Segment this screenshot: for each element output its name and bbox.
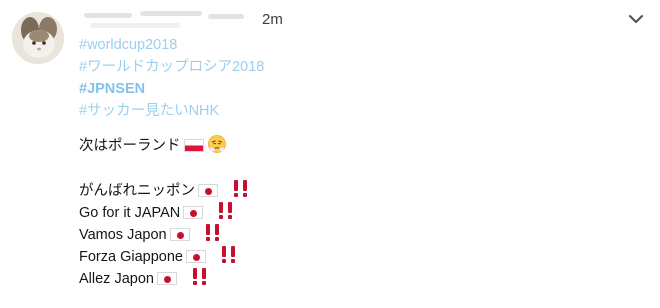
cheer-text-japanese: がんばれニッポン [79,183,195,199]
cheer-text-french: Allez Japon [79,271,154,287]
cheer-text-spanish: Vamos Japon [79,227,167,243]
steam-from-nose-face-icon [207,135,226,153]
cheer-line-japanese: がんばれニッポン [79,180,264,202]
double-exclamation-icon [205,224,219,241]
timestamp[interactable]: 2m [262,11,283,28]
japan-flag-icon [156,272,177,285]
double-exclamation-icon [234,180,247,197]
tweet-text: #worldcup2018 #ワールドカップロシア2018 #JPNSEN #サ… [79,34,264,290]
next-opponent-line: 次はポーランド [79,134,264,156]
cheer-text-english: Go for it JAPAN [79,205,181,221]
double-exclamation-icon [221,246,235,263]
avatar[interactable] [12,12,64,64]
cheer-text-italian: Forza Giappone [79,249,183,265]
japan-flag-icon [169,228,190,241]
cheer-line-french: Allez Japon [79,268,264,290]
cheer-line-spanish: Vamos Japon [79,224,264,246]
user-name-blurred [80,8,250,34]
tweet-card: 2m #worldcup2018 #ワールドカップロシア2018 #JPNSEN… [0,0,660,308]
hashtag-link-soccer-nhk[interactable]: #サッカー見たいNHK [79,100,264,122]
chevron-down-icon[interactable] [626,11,646,27]
japan-flag-icon [183,206,204,219]
next-opponent-text: 次はポーランド [79,138,181,154]
japan-flag-icon [198,184,218,197]
double-exclamation-icon [192,268,206,285]
hashtag-link-worldcup-russia[interactable]: #ワールドカップロシア2018 [79,56,264,78]
cheer-line-italian: Forza Giappone [79,246,264,268]
hashtag-link-worldcup2018[interactable]: #worldcup2018 [79,34,264,56]
double-exclamation-icon [219,202,233,219]
hashtag-link-jpnsen[interactable]: #JPNSEN [79,78,264,100]
poland-flag-icon [183,139,204,152]
japan-flag-icon [185,250,206,263]
cheer-line-english: Go for it JAPAN [79,202,264,224]
